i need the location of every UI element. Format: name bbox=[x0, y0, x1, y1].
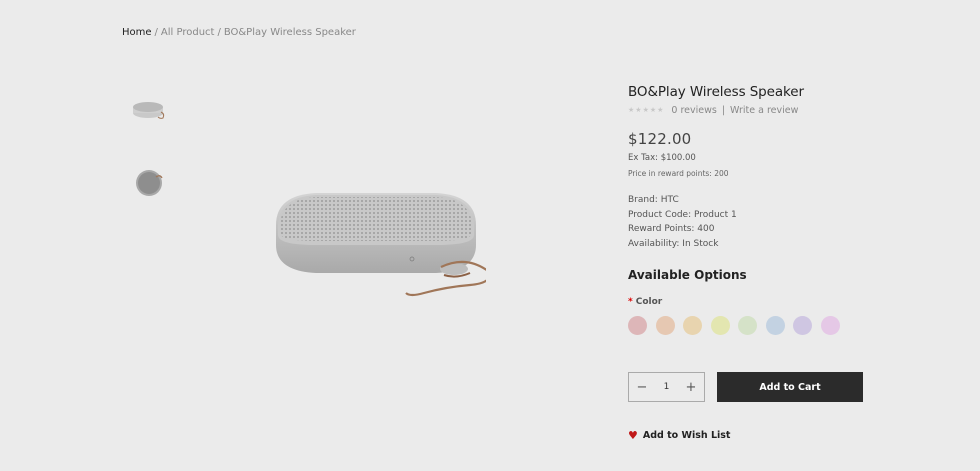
speaker-image bbox=[276, 193, 486, 297]
breadcrumb-separator: / bbox=[154, 27, 158, 38]
star-icon: ★ bbox=[649, 106, 657, 114]
reward-points-price: Price in reward points: 200 bbox=[628, 169, 729, 178]
color-swatch-7[interactable] bbox=[793, 316, 812, 335]
star-icon: ★ bbox=[642, 106, 649, 114]
breadcrumb: Home / All Product / BO&Play Wireless Speake… bbox=[122, 27, 356, 38]
star-icon: ★ bbox=[657, 106, 664, 114]
color-swatch-4[interactable] bbox=[710, 316, 730, 335]
add-to-cart-button[interactable]: Add to Cart bbox=[717, 372, 863, 402]
breadcrumb-separator: / bbox=[217, 27, 221, 38]
product-main-image bbox=[196, 80, 546, 400]
reviews-link[interactable]: 0 reviews bbox=[671, 105, 716, 116]
color-label-text: Color bbox=[635, 297, 663, 307]
color-swatch-6[interactable] bbox=[765, 316, 785, 335]
color-swatch-8[interactable] bbox=[820, 316, 840, 335]
available-options-title: Available Options bbox=[628, 268, 747, 282]
reward-points: Reward Points: 400 bbox=[628, 224, 715, 235]
color-swatch-5[interactable] bbox=[738, 316, 757, 335]
brand: Brand: HTC bbox=[628, 195, 679, 205]
quantity-increase-button[interactable]: + bbox=[684, 380, 698, 395]
wishlist-label: Add to Wish List bbox=[642, 430, 731, 441]
product-details: Brand: HTC Product Code: Product 1 Rewar… bbox=[628, 193, 928, 252]
speaker-side-thumbnail-image bbox=[133, 102, 165, 119]
ex-tax-price: Ex Tax: $100.00 bbox=[628, 153, 696, 163]
thumbnail-speaker-top[interactable] bbox=[128, 166, 170, 200]
star-icon: ★ bbox=[628, 106, 635, 114]
product-code: Product Code: Product 1 bbox=[628, 209, 737, 220]
add-to-wishlist-button[interactable]: ♥ Add to Wish List bbox=[628, 429, 730, 442]
breadcrumb-current-link[interactable]: BO&Play Wireless Speaker bbox=[224, 27, 356, 38]
speaker-top-thumbnail-image bbox=[136, 170, 163, 196]
star-icon: ★ bbox=[635, 106, 642, 114]
write-review-link[interactable]: Write a review bbox=[730, 105, 798, 116]
color-option-label: * Color bbox=[628, 297, 662, 307]
product-info: BO&Play Wireless Speaker ★ ★ ★ ★ ★ 0 rev… bbox=[628, 84, 928, 252]
review-divider: | bbox=[721, 105, 726, 116]
rating-stars: ★ ★ ★ ★ ★ bbox=[628, 107, 663, 114]
quantity-input[interactable]: 1 bbox=[664, 382, 670, 392]
rating-row: ★ ★ ★ ★ ★ 0 reviews | Write a review bbox=[628, 105, 928, 116]
heart-icon: ♥ bbox=[628, 429, 638, 442]
color-swatch-1[interactable] bbox=[628, 316, 647, 335]
quantity-decrease-button[interactable]: − bbox=[635, 380, 649, 395]
product-title: BO&Play Wireless Speaker bbox=[628, 84, 804, 100]
required-mark: * bbox=[628, 297, 633, 307]
color-swatch-2[interactable] bbox=[655, 316, 675, 335]
color-swatch-3[interactable] bbox=[683, 316, 702, 335]
quantity-stepper: − 1 + bbox=[628, 372, 705, 402]
availability: Availability: In Stock bbox=[628, 239, 719, 250]
breadcrumb-home-link[interactable]: Home bbox=[122, 27, 152, 38]
product-price: $122.00 bbox=[628, 130, 692, 148]
thumbnail-speaker-side[interactable] bbox=[128, 93, 170, 127]
color-swatches bbox=[628, 316, 840, 335]
breadcrumb-all-product-link[interactable]: All Product bbox=[161, 27, 215, 38]
